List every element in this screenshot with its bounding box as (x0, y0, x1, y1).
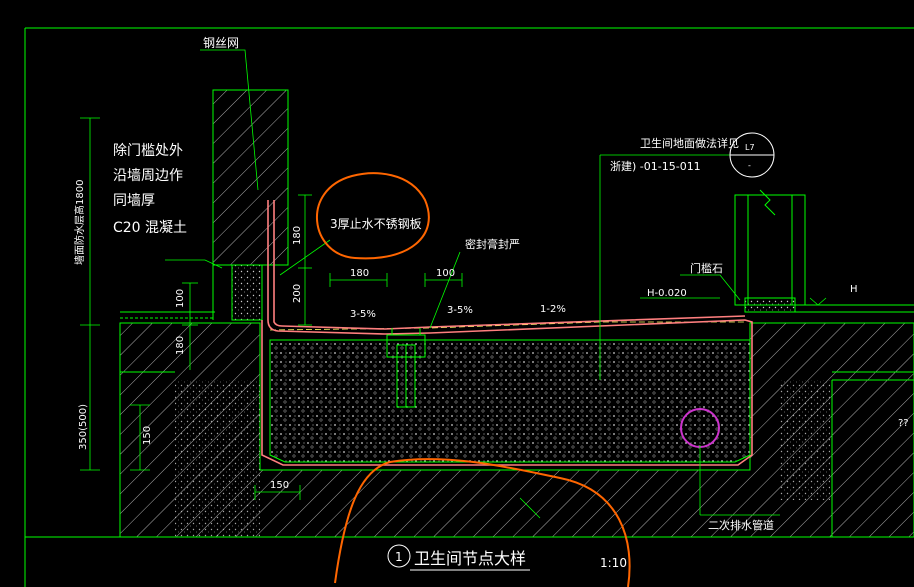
note-line-2: 沿墙周边作 (113, 168, 183, 184)
label-floor-detail-ref: 卫生间地面做法详见 (640, 136, 739, 150)
dim-180-top: 180 (350, 268, 369, 279)
label-secondary-drain: 二次排水管道 (708, 518, 774, 532)
label-threshold-stone: 门槛石 (690, 261, 723, 275)
label-elevation: H-0.020 (647, 288, 687, 299)
slope-mid: 3-5% (447, 305, 473, 316)
dim-100-top: 100 (436, 268, 455, 279)
note-line-4: C20 混凝土 (113, 220, 187, 236)
label-elevation-h: H (850, 284, 858, 295)
label-sealant: 密封膏封严 (465, 237, 520, 251)
slope-left: 3-5% (350, 309, 376, 320)
title-number: 1 (395, 550, 403, 564)
dim-150-bottom: 150 (270, 480, 289, 491)
dim-200: 200 (292, 284, 303, 303)
door-post (734, 189, 806, 306)
slope-right: 1-2% (540, 304, 566, 315)
label-floor-detail-code: 浙建) -01-15-011 (610, 159, 701, 173)
dim-150-left: 150 (142, 426, 153, 445)
label-steel-plate: 3厚止水不锈钢板 (330, 217, 422, 231)
sunken-pit (269, 321, 751, 463)
note-line-3: 同墙厚 (113, 193, 155, 209)
vertical-note: 墙面防水层高1800 (73, 180, 86, 265)
dim-180-vertical: 180 (292, 226, 303, 245)
dim-180-left: 180 (175, 336, 186, 355)
ref-bottom: - (748, 161, 751, 170)
drawing-scale: 1:10 (600, 556, 627, 570)
left-wall (212, 89, 289, 321)
floor-drain-section-drawing: 钢丝网 除门槛处外 沿墙周边作 同墙厚 C20 混凝土 墙面防水层高1800 3… (24, 27, 914, 587)
dim-350: 350(500) (78, 404, 89, 450)
right-marks: ?? (898, 418, 909, 429)
label-steel-mesh: 钢丝网 (203, 36, 239, 50)
ref-top: L7 (745, 143, 755, 152)
dim-100-left: 100 (175, 289, 186, 308)
drawing-title: 卫生间节点大样 (414, 549, 526, 568)
note-line-1: 除门槛处外 (113, 143, 183, 159)
